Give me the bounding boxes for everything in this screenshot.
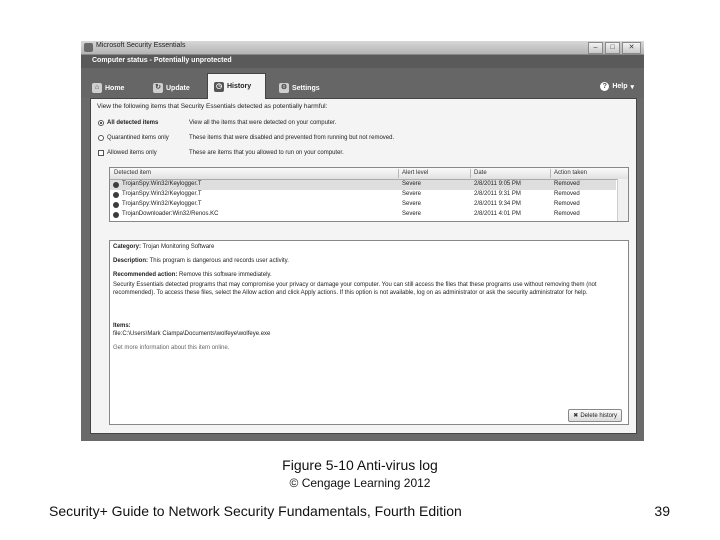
status-bar: Computer status - Potentially unprotecte… xyxy=(81,55,644,68)
tab-label: Settings xyxy=(292,84,320,92)
detected-item: TrojanSpy:Win32/Keylogger.T xyxy=(122,191,202,197)
option-label: All detected items xyxy=(107,119,159,126)
checkbox[interactable] xyxy=(98,149,104,156)
computer-status: Computer status - Potentially unprotecte… xyxy=(92,57,232,64)
detected-items-list: Detected item Alert level Date Action ta… xyxy=(109,167,629,222)
column-alert-level[interactable]: Alert level xyxy=(402,170,428,176)
radio-button[interactable] xyxy=(98,134,104,141)
help-menu[interactable]: ? Help ▾ xyxy=(600,82,634,91)
column-action-taken[interactable]: Action taken xyxy=(554,170,587,176)
minimize-button[interactable]: – xyxy=(588,42,603,54)
details-category: Category: Trojan Monitoring Software xyxy=(113,244,214,250)
tab-label: Update xyxy=(166,84,190,92)
maximize-button[interactable]: □ xyxy=(605,42,620,54)
description-value: This program is dangerous and records us… xyxy=(149,258,289,264)
delete-icon: ✖ xyxy=(573,413,579,419)
help-icon: ? xyxy=(600,82,610,91)
option-allowed[interactable]: Allowed items only These are items that … xyxy=(98,148,344,157)
history-icon: ◷ xyxy=(214,81,224,92)
item-details-pane: Category: Trojan Monitoring Software Des… xyxy=(109,240,629,425)
detected-item: TrojanDownloader:Win32/Renos.KC xyxy=(122,211,219,217)
tab-label: History xyxy=(227,83,252,90)
chevron-down-icon: ▾ xyxy=(630,83,634,91)
column-date[interactable]: Date xyxy=(474,170,487,176)
screenshot-window: Microsoft Security Essentials – □ ✕ Comp… xyxy=(81,41,644,441)
detection-date: 2/8/2011 9:31 PM xyxy=(474,191,521,197)
items-label: Items: xyxy=(113,323,131,329)
threat-icon xyxy=(113,182,119,188)
history-intro: View the following items that Security E… xyxy=(97,103,328,110)
description-label: Description: xyxy=(113,258,149,264)
title-bar: Microsoft Security Essentials – □ ✕ xyxy=(81,41,644,55)
list-header: Detected item Alert level Date Action ta… xyxy=(110,168,628,180)
page-number: 39 xyxy=(654,503,670,519)
more-info-link[interactable]: Get more information about this item onl… xyxy=(113,345,229,351)
threat-icon xyxy=(113,212,119,218)
detected-item: TrojanSpy:Win32/Keylogger.T xyxy=(122,181,202,187)
tab-label: Home xyxy=(105,84,125,92)
tab-home[interactable]: ⌂ Home xyxy=(92,80,124,96)
tab-bar: ⌂ Home ↻ Update ◷ History ⚙ Settings ? H… xyxy=(81,68,644,99)
table-row[interactable]: TrojanSpy:Win32/Keylogger.T Severe 2/8/2… xyxy=(110,180,616,190)
details-recommendation: Recommended action: Remove this software… xyxy=(113,272,272,278)
action-taken: Removed xyxy=(554,191,580,197)
table-row[interactable]: TrojanSpy:Win32/Keylogger.T Severe 2/8/2… xyxy=(110,200,616,210)
copyright-notice: © Cengage Learning 2012 xyxy=(289,476,431,490)
book-title: Security+ Guide to Network Security Fund… xyxy=(49,503,462,519)
category-value: Trojan Monitoring Software xyxy=(142,244,215,250)
alert-level: Severe xyxy=(402,201,422,207)
option-description: View all the items that were detected on… xyxy=(189,119,337,126)
alert-level: Severe xyxy=(402,211,422,217)
figure-caption: Figure 5-10 Anti-virus log xyxy=(282,457,438,473)
option-description: These are items that you allowed to run … xyxy=(189,149,344,156)
window-title: Microsoft Security Essentials xyxy=(96,42,186,49)
table-row[interactable]: TrojanDownloader:Win32/Renos.KC Severe 2… xyxy=(110,210,616,220)
option-label: Quarantined items only xyxy=(107,134,169,141)
option-label: Allowed items only xyxy=(107,149,157,156)
gear-icon: ⚙ xyxy=(279,83,289,93)
threat-icon xyxy=(113,202,119,208)
app-shield-icon xyxy=(84,43,93,52)
update-icon: ↻ xyxy=(153,83,163,93)
option-all-detected[interactable]: All detected items View all the items th… xyxy=(98,118,336,127)
table-row[interactable]: TrojanSpy:Win32/Keylogger.T Severe 2/8/2… xyxy=(110,190,616,200)
recommendation-value: Remove this software immediately. xyxy=(179,272,272,278)
close-button[interactable]: ✕ xyxy=(622,42,641,54)
item-path: file:C:\Users\Mark Ciampa\Documents\wolf… xyxy=(113,331,271,337)
recommendation-label: Recommended action: xyxy=(113,272,178,278)
details-paragraph: Security Essentials detected programs th… xyxy=(113,282,597,296)
action-taken: Removed xyxy=(554,201,580,207)
detected-item: TrojanSpy:Win32/Keylogger.T xyxy=(122,201,202,207)
tab-update[interactable]: ↻ Update xyxy=(153,80,190,96)
delete-history-button[interactable]: ✖ Delete history xyxy=(568,409,622,422)
threat-icon xyxy=(113,192,119,198)
home-icon: ⌂ xyxy=(92,83,102,93)
help-label: Help xyxy=(612,83,628,90)
action-taken: Removed xyxy=(554,181,580,187)
option-description: These items that were disabled and preve… xyxy=(189,134,395,141)
category-label: Category: xyxy=(113,244,142,250)
alert-level: Severe xyxy=(402,181,422,187)
history-panel: View the following items that Security E… xyxy=(90,98,637,434)
details-items: Items: xyxy=(113,323,131,329)
radio-button[interactable] xyxy=(98,119,104,126)
detection-date: 2/8/2011 4:01 PM xyxy=(474,211,521,217)
alert-level: Severe xyxy=(402,191,422,197)
list-scrollbar[interactable] xyxy=(617,179,628,221)
column-detected-item[interactable]: Detected item xyxy=(114,170,151,176)
detection-date: 2/8/2011 9:05 PM xyxy=(474,181,521,187)
delete-history-label: Delete history xyxy=(580,412,617,419)
details-description: Description: This program is dangerous a… xyxy=(113,258,289,264)
detection-date: 2/8/2011 9:34 PM xyxy=(474,201,521,207)
option-quarantined[interactable]: Quarantined items only These items that … xyxy=(98,133,394,142)
action-taken: Removed xyxy=(554,211,580,217)
tab-history[interactable]: ◷ History xyxy=(207,73,266,99)
tab-settings[interactable]: ⚙ Settings xyxy=(279,80,320,96)
